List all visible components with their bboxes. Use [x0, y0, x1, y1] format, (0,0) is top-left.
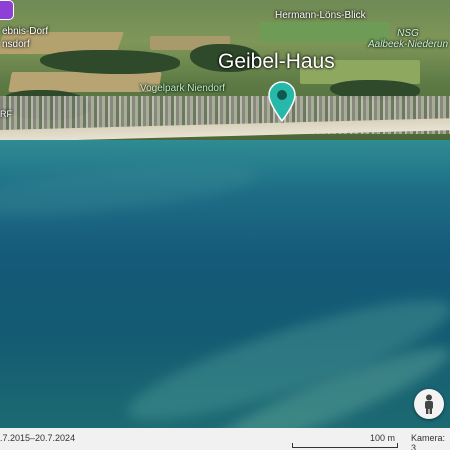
field — [8, 72, 162, 92]
map-viewport[interactable]: ebnis-Dorf nsdorf Hermann-Löns-Blick NSG… — [0, 0, 450, 450]
map-pin-icon[interactable] — [266, 80, 298, 123]
pegman-icon — [425, 394, 433, 414]
imagery-dates: .7.2015–20.7.2024 — [0, 433, 76, 443]
poi-title[interactable]: Geibel-Haus — [218, 50, 335, 74]
place-label-vogelpark[interactable]: Vogelpark Niendorf — [140, 83, 225, 94]
scale-bar[interactable] — [292, 443, 398, 448]
purple-poi-icon[interactable] — [0, 0, 14, 20]
place-label[interactable]: nsdorf — [2, 39, 30, 50]
place-label-edge: RF — [0, 109, 12, 119]
place-label[interactable]: ebnis-Dorf — [2, 26, 48, 37]
camera-label[interactable]: Kamera: 3 — [411, 433, 450, 450]
place-label-hermann[interactable]: Hermann-Löns-Blick — [275, 10, 366, 21]
pegman-button[interactable] — [414, 389, 444, 419]
scale-label[interactable]: 100 m — [370, 433, 395, 443]
nsg-label[interactable]: NSG Aalbeek-Niederun — [363, 28, 450, 50]
